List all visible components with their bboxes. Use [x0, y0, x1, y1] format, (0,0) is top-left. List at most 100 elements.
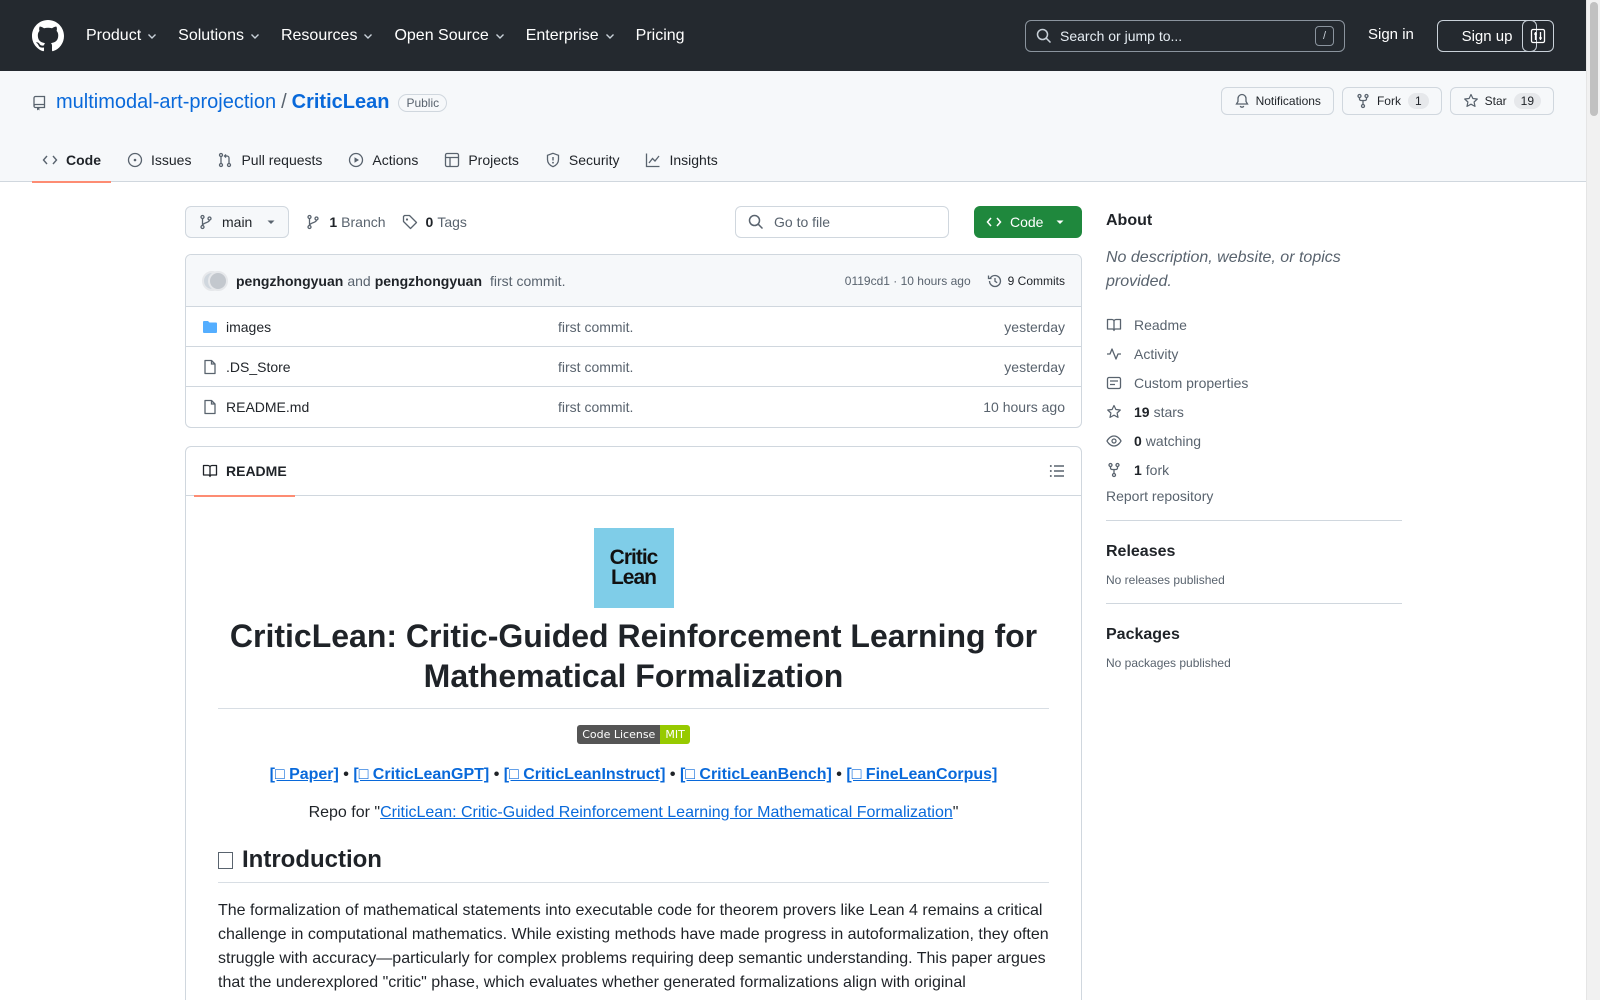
- file-date: yesterday: [1004, 358, 1065, 375]
- repo-title: multimodal-art-projection / CriticLean P…: [32, 91, 448, 114]
- menu-button[interactable]: [1522, 20, 1554, 52]
- tab-actions[interactable]: Actions: [338, 137, 428, 182]
- search-icon: [748, 214, 764, 230]
- nav-resources[interactable]: Resources: [281, 27, 374, 45]
- readme-tab[interactable]: README: [194, 447, 295, 497]
- go-to-file-placeholder: Go to file: [774, 214, 831, 230]
- tab-label: Pull requests: [241, 151, 323, 168]
- file-date: 10 hours ago: [983, 399, 1065, 415]
- packages-section: Packages No packages published: [1106, 603, 1402, 670]
- fork-icon: [1108, 462, 1120, 477]
- packages-heading[interactable]: Packages: [1106, 626, 1402, 644]
- page-scrollbar[interactable]: [1586, 0, 1600, 1000]
- tab-pull-requests[interactable]: Pull requests: [207, 137, 332, 182]
- repo-owner-link[interactable]: multimodal-art-projection: [56, 91, 276, 114]
- sign-in-link[interactable]: Sign in: [1368, 26, 1414, 43]
- file-row[interactable]: .DS_Store first commit. yesterday: [186, 347, 1081, 387]
- repo-name-link[interactable]: CriticLean: [292, 91, 390, 114]
- sidebar-item-custom-properties[interactable]: Custom properties: [1106, 368, 1402, 397]
- latest-commit-row: pengzhongyuan and pengzhongyuan first co…: [186, 255, 1081, 307]
- fineleancorpus-link[interactable]: [□ FineLeanCorpus]: [846, 766, 997, 783]
- go-to-file-input[interactable]: Go to file: [735, 206, 949, 238]
- branch-select-button[interactable]: main: [185, 206, 290, 238]
- tab-projects[interactable]: Projects: [434, 137, 529, 182]
- file-name[interactable]: .DS_Store: [226, 359, 558, 375]
- paper-title-link[interactable]: CriticLean: Critic-Guided Reinforcement …: [380, 804, 953, 821]
- star-button[interactable]: Star 19: [1449, 87, 1554, 115]
- nav-pricing[interactable]: Pricing: [636, 27, 685, 45]
- commit-author-link[interactable]: pengzhongyuan: [236, 273, 343, 289]
- global-search-input[interactable]: Search or jump to... /: [1025, 20, 1345, 52]
- scrollbar-thumb[interactable]: [1590, 2, 1598, 116]
- tags-link[interactable]: 0 Tags: [402, 214, 467, 230]
- nav-solutions[interactable]: Solutions: [178, 27, 261, 45]
- logo-line-2: Lean: [610, 566, 657, 589]
- paper-link[interactable]: [□ Paper]: [270, 766, 339, 783]
- commit-message[interactable]: first commit.: [490, 273, 565, 289]
- nav-open-source[interactable]: Open Source: [394, 27, 505, 45]
- tags-count: 0: [425, 214, 434, 230]
- tab-security[interactable]: Security: [535, 137, 630, 182]
- nav-label: Enterprise: [525, 26, 599, 44]
- tab-label: Actions: [372, 151, 419, 168]
- file-commit-message[interactable]: first commit.: [558, 359, 1004, 375]
- github-logo-icon[interactable]: [32, 19, 64, 52]
- criticleanbench-link[interactable]: [□ CriticLeanBench]: [680, 766, 832, 783]
- sidebar-item-label: Readme: [1134, 316, 1187, 333]
- sidebar-item-label: stars: [1153, 403, 1184, 420]
- branch-icon: [307, 214, 320, 230]
- license-badge[interactable]: Code License MIT: [218, 725, 1049, 744]
- nav-label: Open Source: [394, 26, 489, 44]
- report-repository-link[interactable]: Report repository: [1106, 488, 1402, 504]
- global-nav: Product Solutions Resources Open Source …: [86, 27, 705, 45]
- introduction-paragraph: The formalization of mathematical statem…: [218, 902, 1049, 991]
- readme-panel: README Critic Lean CriticLean: Critic-Gu…: [185, 446, 1082, 1000]
- tab-code[interactable]: Code: [32, 137, 111, 183]
- notifications-button[interactable]: Notifications: [1220, 87, 1334, 115]
- repo-icon: [33, 95, 46, 110]
- link-separator: •: [665, 766, 680, 783]
- sidebar-item-activity[interactable]: Activity: [1106, 339, 1402, 368]
- repo-header: multimodal-art-projection / CriticLean P…: [0, 71, 1586, 183]
- commits-link[interactable]: 9 Commits: [987, 273, 1065, 289]
- file-name[interactable]: README.md: [226, 399, 558, 415]
- nav-product[interactable]: Product: [86, 27, 158, 45]
- sidebar-item-stars[interactable]: 19 stars: [1106, 397, 1402, 426]
- code-icon: [42, 155, 58, 164]
- sidebar-item-forks[interactable]: 1 fork: [1106, 455, 1402, 484]
- file-commit-message[interactable]: first commit.: [558, 399, 983, 415]
- star-count: 19: [1513, 93, 1541, 109]
- file-row[interactable]: images first commit. yesterday: [186, 307, 1081, 347]
- avatar[interactable]: [202, 270, 228, 291]
- forks-count: 1: [1134, 461, 1142, 478]
- sidebar-item-label: fork: [1145, 461, 1170, 478]
- caret-down-icon: [267, 220, 275, 224]
- tab-insights[interactable]: Insights: [635, 137, 727, 182]
- file-name[interactable]: images: [226, 319, 558, 335]
- branches-link[interactable]: 1 Branch: [305, 214, 386, 230]
- fork-button[interactable]: Fork 1: [1341, 87, 1442, 115]
- criticleangpt-link[interactable]: [□ CriticLeanGPT]: [353, 766, 489, 783]
- criticleaninstruct-link[interactable]: [□ CriticLeanInstruct]: [504, 766, 666, 783]
- code-icon: [986, 217, 1002, 227]
- tab-issues[interactable]: Issues: [117, 137, 201, 182]
- commit-sha-time[interactable]: 0119cd1 · 10 hours ago: [845, 274, 971, 288]
- file-row[interactable]: README.md first commit. 10 hours ago: [186, 387, 1081, 427]
- global-header: Product Solutions Resources Open Source …: [0, 0, 1586, 71]
- pull-request-icon: [219, 152, 232, 167]
- play-icon: [349, 152, 364, 167]
- tags-label: Tags: [437, 214, 467, 230]
- star-icon: [1463, 93, 1478, 107]
- commit-coauthor-link[interactable]: pengzhongyuan: [375, 273, 482, 289]
- bell-icon: [1234, 93, 1249, 108]
- caret-down-icon: [1056, 220, 1064, 224]
- list-icon[interactable]: [1049, 463, 1065, 479]
- releases-heading[interactable]: Releases: [1106, 543, 1402, 561]
- nav-enterprise[interactable]: Enterprise: [526, 27, 616, 45]
- sidebar-item-readme[interactable]: Readme: [1106, 310, 1402, 339]
- file-commit-message[interactable]: first commit.: [558, 319, 1004, 335]
- about-heading: About: [1106, 212, 1153, 229]
- code-dropdown-button[interactable]: Code: [974, 206, 1082, 238]
- releases-text: No releases published: [1106, 573, 1225, 587]
- sidebar-item-watching[interactable]: 0 watching: [1106, 426, 1402, 455]
